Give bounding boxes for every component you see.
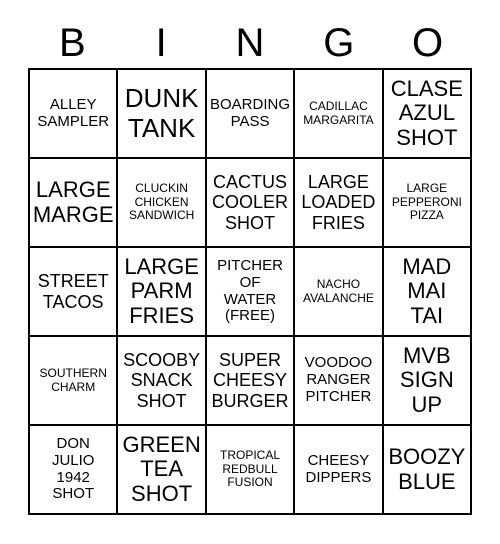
bingo-cell[interactable]: NACHO AVALANCHE (295, 248, 384, 337)
bingo-cell-label: NACHO AVALANCHE (302, 277, 374, 305)
bingo-cell-label: MAD MAI TAI (402, 253, 452, 328)
bingo-cell[interactable]: CADILLAC MARGARITA (295, 70, 384, 159)
bingo-cell-label: CADILLAC MARGARITA (303, 99, 374, 127)
bingo-grid: ALLEY SAMPLER DUNK TANK BOARDING PASS CA… (28, 68, 473, 515)
bingo-row: ALLEY SAMPLER DUNK TANK BOARDING PASS CA… (30, 70, 473, 159)
bingo-cell[interactable]: BOOZY BLUE (383, 426, 473, 515)
bingo-cell-label: MVB SIGN UP (399, 342, 454, 417)
bingo-cell[interactable]: BOARDING PASS (206, 70, 296, 159)
bingo-cell-label: SUPER CHEESY BURGER (211, 350, 289, 411)
bingo-cell-label: ALLEY SAMPLER (37, 95, 110, 130)
bingo-cell[interactable]: CLASE AZUL SHOT (383, 70, 473, 159)
bingo-cell-label: LARGE PARM FRIES (124, 253, 199, 328)
bingo-cell-label: DUNK TANK (124, 83, 199, 143)
bingo-cell[interactable]: PITCHER OF WATER (FREE) (206, 248, 296, 337)
bingo-row: DON JULIO 1942 SHOT GREEN TEA SHOT TROPI… (30, 426, 473, 515)
bingo-cell-label: GREEN TEA SHOT (122, 431, 201, 506)
bingo-cell[interactable]: LARGE MARGE (30, 159, 119, 248)
bingo-cell-label: VOODOO RANGER PITCHER (304, 354, 373, 405)
bingo-cell[interactable]: DUNK TANK (118, 70, 207, 159)
bingo-cell[interactable]: LARGE LOADED FRIES (295, 159, 384, 248)
header-letter-o: O (412, 21, 444, 65)
bingo-cell[interactable]: MVB SIGN UP (383, 337, 473, 426)
bingo-cell-label: LARGE MARGE (32, 176, 114, 227)
bingo-cell-label: SOUTHERN CHARM (39, 366, 107, 394)
bingo-cell[interactable]: SCOOBY SNACK SHOT (118, 337, 207, 426)
bingo-cell[interactable]: LARGE PEPPERONI PIZZA (383, 159, 473, 248)
bingo-cell-label: CACTUS COOLER SHOT (212, 172, 289, 233)
bingo-cell-label: STREET TACOS (37, 271, 109, 312)
bingo-cell[interactable]: VOODOO RANGER PITCHER (295, 337, 384, 426)
bingo-cell[interactable]: CLUCKIN CHICKEN SANDWICH (118, 159, 207, 248)
bingo-cell[interactable]: SUPER CHEESY BURGER (206, 337, 296, 426)
bingo-cell[interactable]: CHEESY DIPPERS (295, 426, 384, 515)
header-letter-g: G (323, 21, 355, 65)
bingo-row: SOUTHERN CHARM SCOOBY SNACK SHOT SUPER C… (30, 337, 473, 426)
bingo-cell[interactable]: SOUTHERN CHARM (30, 337, 119, 426)
bingo-cell-label: CHEESY DIPPERS (305, 451, 372, 486)
bingo-cell-label: PITCHER OF WATER (FREE) (217, 256, 283, 325)
bingo-cell-label: BOARDING PASS (210, 95, 291, 130)
header-letter-n: N (235, 21, 265, 65)
bingo-row: LARGE MARGE CLUCKIN CHICKEN SANDWICH CAC… (30, 159, 473, 248)
bingo-cell[interactable]: TROPICAL REDBULL FUSION (206, 426, 296, 515)
bingo-cell[interactable]: GREEN TEA SHOT (118, 426, 207, 515)
bingo-cell[interactable]: ALLEY SAMPLER (30, 70, 119, 159)
bingo-header: B I N G O (28, 18, 472, 68)
bingo-cell-label: CLASE AZUL SHOT (390, 75, 463, 150)
header-letter-i: I (155, 21, 167, 65)
bingo-cell-label: TROPICAL REDBULL FUSION (220, 448, 281, 490)
bingo-cell[interactable]: DON JULIO 1942 SHOT (30, 426, 119, 515)
bingo-card: B I N G O ALLEY SAMPLER DUNK TANK BOARDI… (0, 0, 500, 544)
bingo-cell-label: LARGE LOADED FRIES (301, 172, 376, 233)
bingo-cell-label: LARGE PEPPERONI PIZZA (391, 181, 462, 223)
bingo-cell-label: SCOOBY SNACK SHOT (123, 350, 201, 411)
bingo-row: STREET TACOS LARGE PARM FRIES PITCHER OF… (30, 248, 473, 337)
bingo-cell[interactable]: STREET TACOS (30, 248, 119, 337)
bingo-cell-label: DON JULIO 1942 SHOT (51, 434, 95, 503)
bingo-cell[interactable]: CACTUS COOLER SHOT (206, 159, 296, 248)
bingo-cell-label: CLUCKIN CHICKEN SANDWICH (128, 181, 195, 223)
header-letter-b: B (59, 21, 86, 65)
bingo-cell-label: BOOZY BLUE (388, 443, 466, 494)
bingo-cell[interactable]: LARGE PARM FRIES (118, 248, 207, 337)
bingo-cell[interactable]: MAD MAI TAI (383, 248, 473, 337)
